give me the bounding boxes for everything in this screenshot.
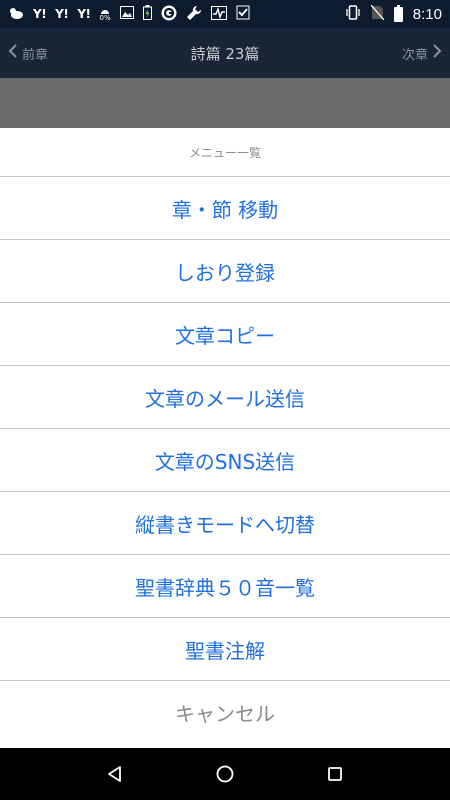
menu-item-chapter-verse-jump[interactable]: 章・節 移動	[0, 177, 450, 240]
android-icon: 0%	[100, 6, 111, 22]
no-sim-icon	[370, 4, 385, 23]
clock: 8:10	[412, 5, 442, 23]
next-chapter-button[interactable]: 次章	[402, 43, 442, 63]
menu-item-commentary[interactable]: 聖書注解	[0, 618, 450, 681]
menu-item-copy-text[interactable]: 文章コピー	[0, 303, 450, 366]
dim-overlay[interactable]	[0, 78, 450, 128]
wrench-icon	[186, 5, 202, 24]
app-g-icon	[161, 5, 177, 24]
chevron-left-icon	[8, 43, 18, 63]
battery-charging-icon	[142, 5, 152, 23]
back-triangle-icon	[108, 766, 121, 782]
page-title: 詩篇 23篇	[190, 44, 260, 63]
yahoo-icon: Y!	[77, 7, 91, 21]
menu-item-bookmark[interactable]: しおり登録	[0, 240, 450, 303]
app-header: 前章 詩篇 23篇 次章	[0, 28, 450, 78]
recents-square-icon	[328, 767, 342, 781]
percent-label: 0%	[99, 14, 111, 22]
check-icon	[236, 5, 250, 23]
android-nav-bar	[0, 748, 450, 800]
yahoo-icon: Y!	[33, 7, 47, 21]
yahoo-icon: Y!	[55, 7, 69, 21]
sheet-title: メニュー一覧	[0, 128, 450, 177]
menu-item-bible-dictionary[interactable]: 聖書辞典５０音一覧	[0, 555, 450, 618]
recents-button[interactable]	[320, 759, 350, 789]
image-icon	[119, 6, 134, 22]
status-icons-left: Y! Y! Y! 0%	[8, 5, 345, 24]
status-icons-right: 8:10	[345, 4, 442, 23]
menu-action-sheet: メニュー一覧 章・節 移動 しおり登録 文章コピー 文章のメール送信 文章のSN…	[0, 128, 450, 748]
back-button[interactable]	[100, 759, 130, 789]
home-circle-icon	[216, 765, 234, 783]
prev-chapter-button[interactable]: 前章	[8, 43, 48, 63]
battery-icon	[393, 4, 403, 22]
weather-icon	[8, 6, 24, 23]
chevron-right-icon	[432, 43, 442, 63]
cancel-button[interactable]: キャンセル	[0, 681, 450, 744]
menu-item-email-text[interactable]: 文章のメール送信	[0, 366, 450, 429]
vibrate-icon	[345, 5, 361, 23]
battery-fill	[394, 8, 402, 21]
next-chapter-label: 次章	[401, 47, 428, 63]
menu-item-sns-share[interactable]: 文章のSNS送信	[0, 429, 450, 492]
menu-item-vertical-mode[interactable]: 縦書きモードへ切替	[0, 492, 450, 555]
home-button[interactable]	[210, 759, 240, 789]
prev-chapter-label: 前章	[22, 47, 49, 63]
status-bar: Y! Y! Y! 0% 8:10	[0, 0, 450, 28]
pulse-icon	[210, 5, 227, 23]
